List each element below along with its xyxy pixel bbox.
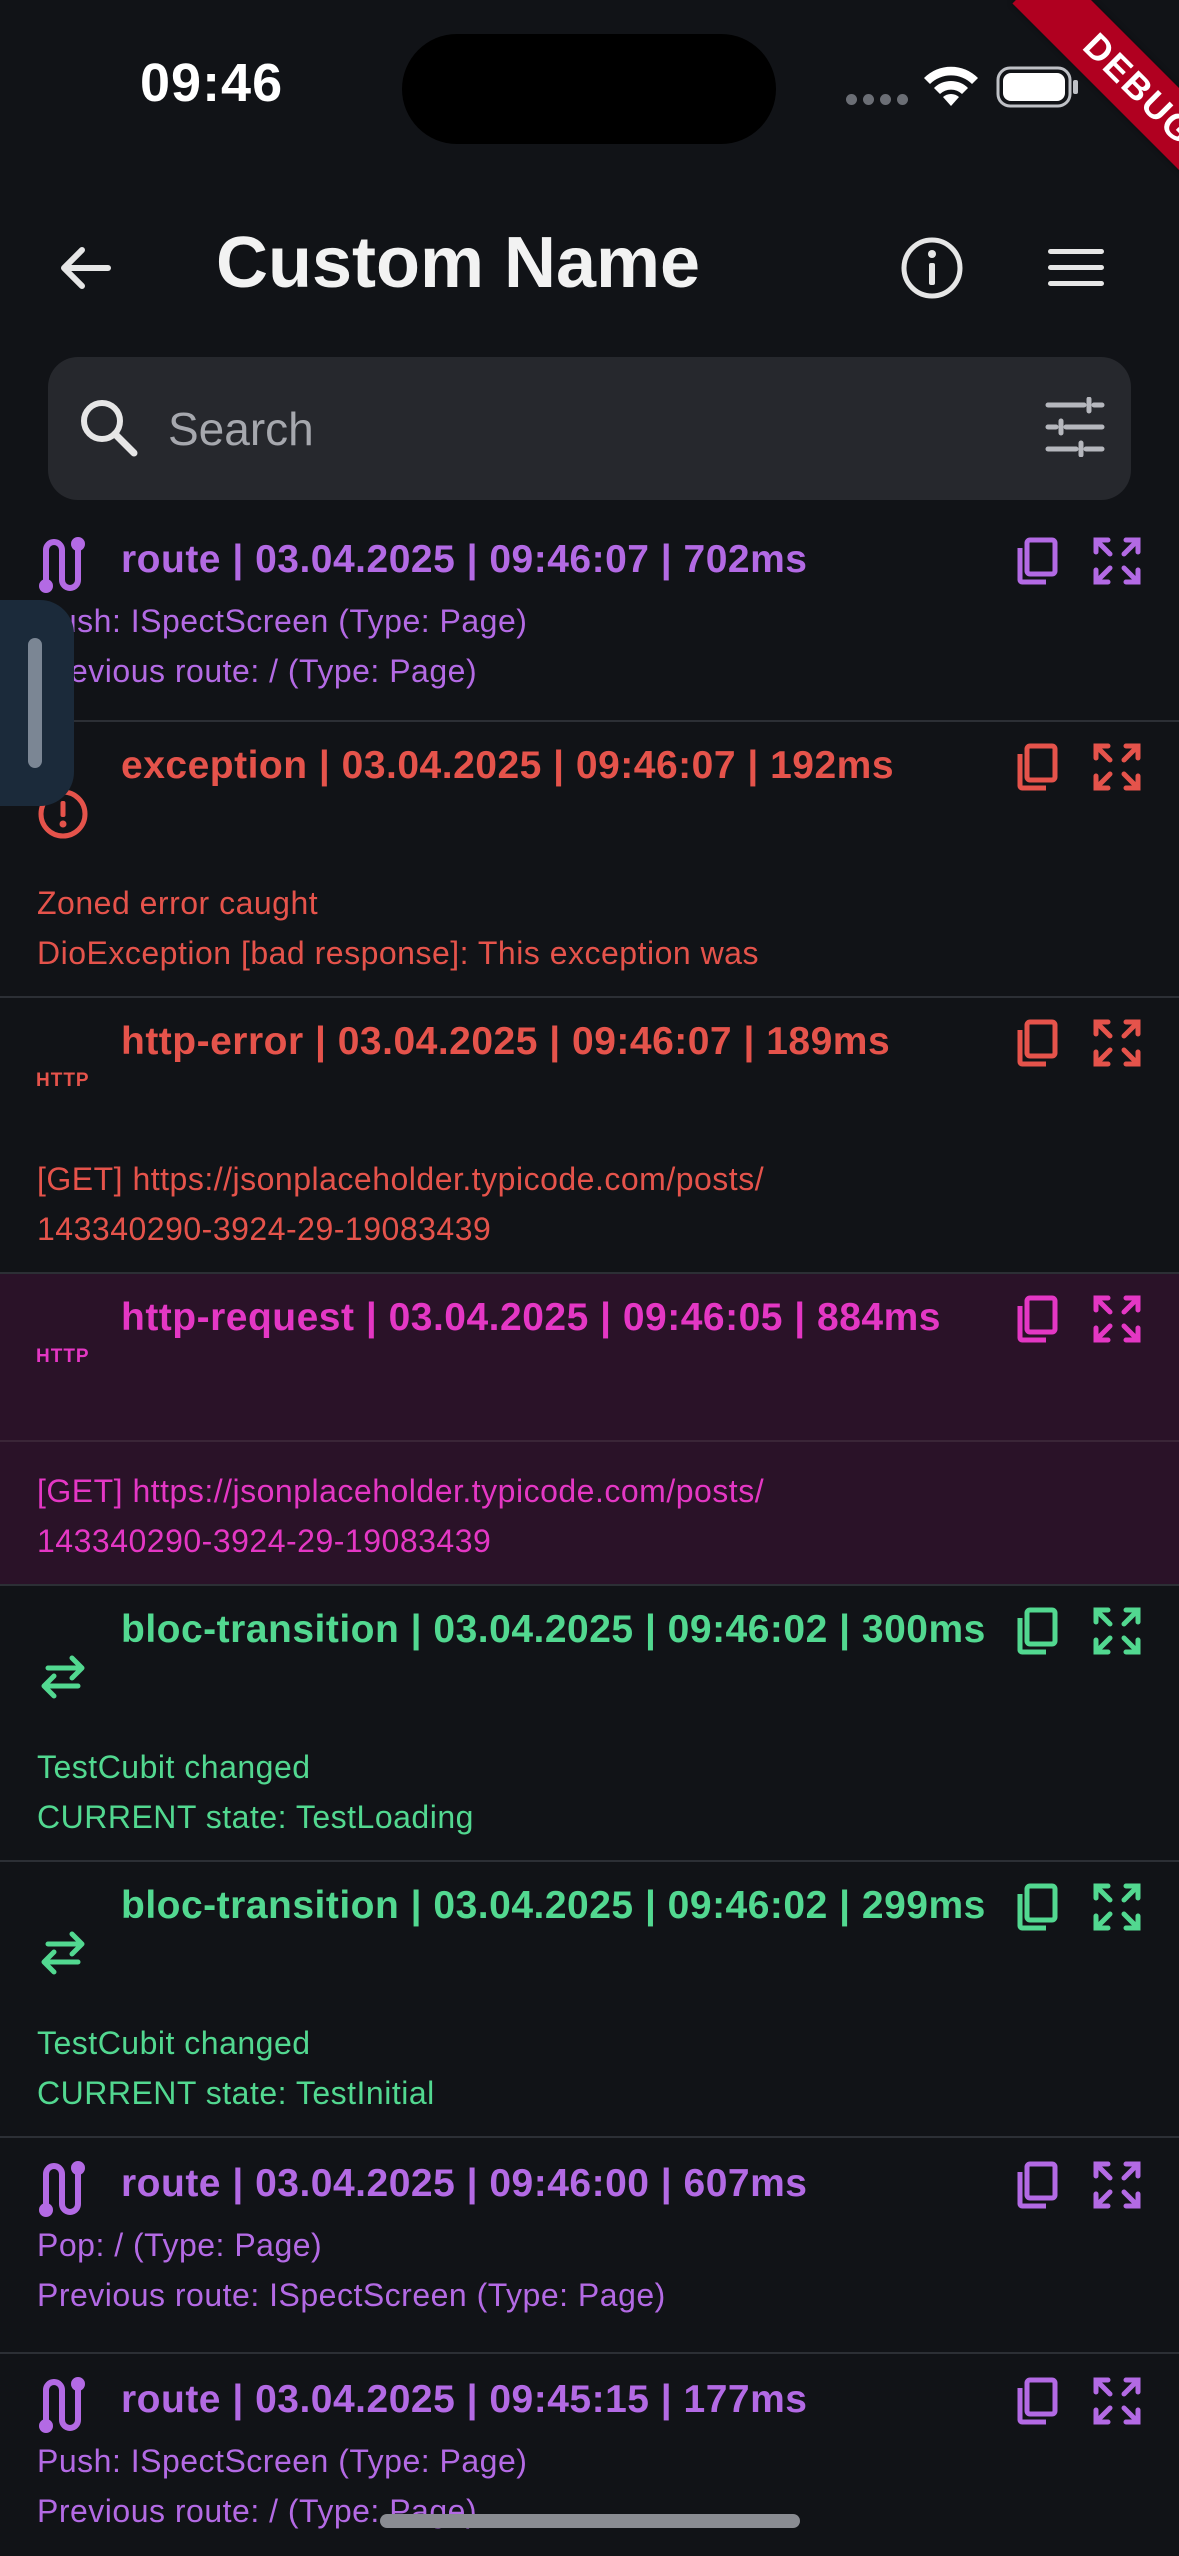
log-title: bloc-transition | 03.04.2025 | 09:46:02 …	[121, 1608, 986, 1651]
expand-icon[interactable]	[1092, 2376, 1142, 2426]
log-title: route | 03.04.2025 | 09:45:15 | 177ms	[121, 2378, 808, 2421]
app-bar: Custom Name	[0, 200, 1179, 336]
log-body: TestCubit changed CURRENT state: TestIni…	[37, 2018, 1137, 2118]
drawer-drag-handle[interactable]	[0, 600, 74, 806]
hamburger-menu-icon	[1048, 249, 1104, 286]
back-button[interactable]	[44, 228, 124, 308]
log-line: Previous route: / (Type: Page)	[37, 2493, 478, 2529]
swap-arrows-icon	[41, 1655, 85, 1699]
copy-icon[interactable]	[1012, 2160, 1062, 2210]
log-line: 143340290-3924-29-19083439	[37, 1211, 492, 1247]
dynamic-island	[402, 34, 776, 144]
expand-icon[interactable]	[1092, 742, 1142, 792]
info-button[interactable]	[892, 228, 972, 308]
arrow-left-icon	[61, 247, 111, 289]
log-line: Pop: / (Type: Page)	[37, 2227, 323, 2263]
home-indicator[interactable]	[380, 2514, 800, 2528]
log-card[interactable]: route | 03.04.2025 | 09:46:00 | 607ms Po…	[0, 2138, 1179, 2354]
route-icon	[39, 2377, 85, 2433]
filter-sliders-icon[interactable]	[1044, 397, 1106, 457]
log-line: TestCubit changed	[37, 2025, 311, 2061]
log-card[interactable]: bloc-transition | 03.04.2025 | 09:46:02 …	[0, 1862, 1179, 2138]
log-line: Push: ISpectScreen (Type: Page)	[37, 603, 528, 639]
log-card[interactable]: HTTP http-error | 03.04.2025 | 09:46:07 …	[0, 998, 1179, 1274]
route-icon	[39, 2161, 85, 2217]
debug-label: DEBUG	[1012, 0, 1179, 216]
copy-icon[interactable]	[1012, 1294, 1062, 1344]
log-body: Zoned error caught DioException [bad res…	[37, 878, 1137, 978]
copy-icon[interactable]	[1012, 742, 1062, 792]
status-time: 09:46	[140, 53, 284, 113]
copy-icon[interactable]	[1012, 1018, 1062, 1068]
copy-icon[interactable]	[1012, 1882, 1062, 1932]
http-icon: HTTP	[36, 1346, 90, 1367]
debug-banner: DEBUG	[949, 0, 1179, 230]
log-body: Pop: / (Type: Page) Previous route: ISpe…	[37, 2220, 1137, 2320]
search-bar	[48, 357, 1131, 500]
screen: 09:46 DEBUG Custom Name Search route | 0…	[0, 0, 1179, 2556]
log-body: TestCubit changed CURRENT state: TestLoa…	[37, 1742, 1137, 1842]
log-body: [GET] https://jsonplaceholder.typicode.c…	[37, 1154, 1137, 1254]
log-title: http-error | 03.04.2025 | 09:46:07 | 189…	[121, 1020, 891, 1063]
search-input[interactable]	[168, 385, 988, 473]
expand-icon[interactable]	[1092, 2160, 1142, 2210]
log-list: route | 03.04.2025 | 09:46:07 | 702ms Pu…	[0, 516, 1179, 2556]
route-icon	[39, 537, 85, 593]
info-icon	[901, 237, 963, 299]
log-line: Previous route: ISpectScreen (Type: Page…	[37, 2277, 666, 2313]
log-body: Push: ISpectScreen (Type: Page) Previous…	[37, 596, 1137, 696]
log-line: 143340290-3924-29-19083439	[37, 1523, 492, 1559]
log-title: route | 03.04.2025 | 09:46:00 | 607ms	[121, 2162, 808, 2205]
log-line: DioException [bad response]: This except…	[37, 935, 759, 971]
log-title: route | 03.04.2025 | 09:46:07 | 702ms	[121, 538, 808, 581]
expand-icon[interactable]	[1092, 1882, 1142, 1932]
log-card[interactable]: exception | 03.04.2025 | 09:46:07 | 192m…	[0, 722, 1179, 998]
log-card[interactable]: HTTP http-request | 03.04.2025 | 09:46:0…	[0, 1274, 1179, 1586]
log-line: CURRENT state: TestInitial	[37, 2075, 435, 2111]
http-icon: HTTP	[36, 1070, 90, 1091]
log-title: bloc-transition | 03.04.2025 | 09:46:02 …	[121, 1884, 986, 1927]
log-card[interactable]: bloc-transition | 03.04.2025 | 09:46:02 …	[0, 1586, 1179, 1862]
log-line: [GET] https://jsonplaceholder.typicode.c…	[37, 1161, 765, 1197]
copy-icon[interactable]	[1012, 1606, 1062, 1656]
menu-button[interactable]	[1036, 228, 1116, 308]
expand-icon[interactable]	[1092, 536, 1142, 586]
copy-icon[interactable]	[1012, 536, 1062, 586]
swap-arrows-icon	[41, 1931, 85, 1975]
log-line: Zoned error caught	[37, 885, 319, 921]
log-line: TestCubit changed	[37, 1749, 311, 1785]
log-line: Previous route: / (Type: Page)	[37, 653, 478, 689]
log-card[interactable]: route | 03.04.2025 | 09:46:07 | 702ms Pu…	[0, 516, 1179, 722]
page-title: Custom Name	[216, 223, 701, 303]
cellular-signal-icon	[846, 94, 908, 105]
log-title: exception | 03.04.2025 | 09:46:07 | 192m…	[121, 744, 895, 787]
log-title: http-request | 03.04.2025 | 09:46:05 | 8…	[121, 1296, 941, 1339]
expand-icon[interactable]	[1092, 1606, 1142, 1656]
log-line: [GET] https://jsonplaceholder.typicode.c…	[37, 1473, 765, 1509]
expand-icon[interactable]	[1092, 1294, 1142, 1344]
search-icon	[81, 400, 138, 457]
log-body: [GET] https://jsonplaceholder.typicode.c…	[37, 1466, 1137, 1566]
expand-icon[interactable]	[1092, 1018, 1142, 1068]
log-line: Push: ISpectScreen (Type: Page)	[37, 2443, 528, 2479]
log-line: CURRENT state: TestLoading	[37, 1799, 474, 1835]
copy-icon[interactable]	[1012, 2376, 1062, 2426]
